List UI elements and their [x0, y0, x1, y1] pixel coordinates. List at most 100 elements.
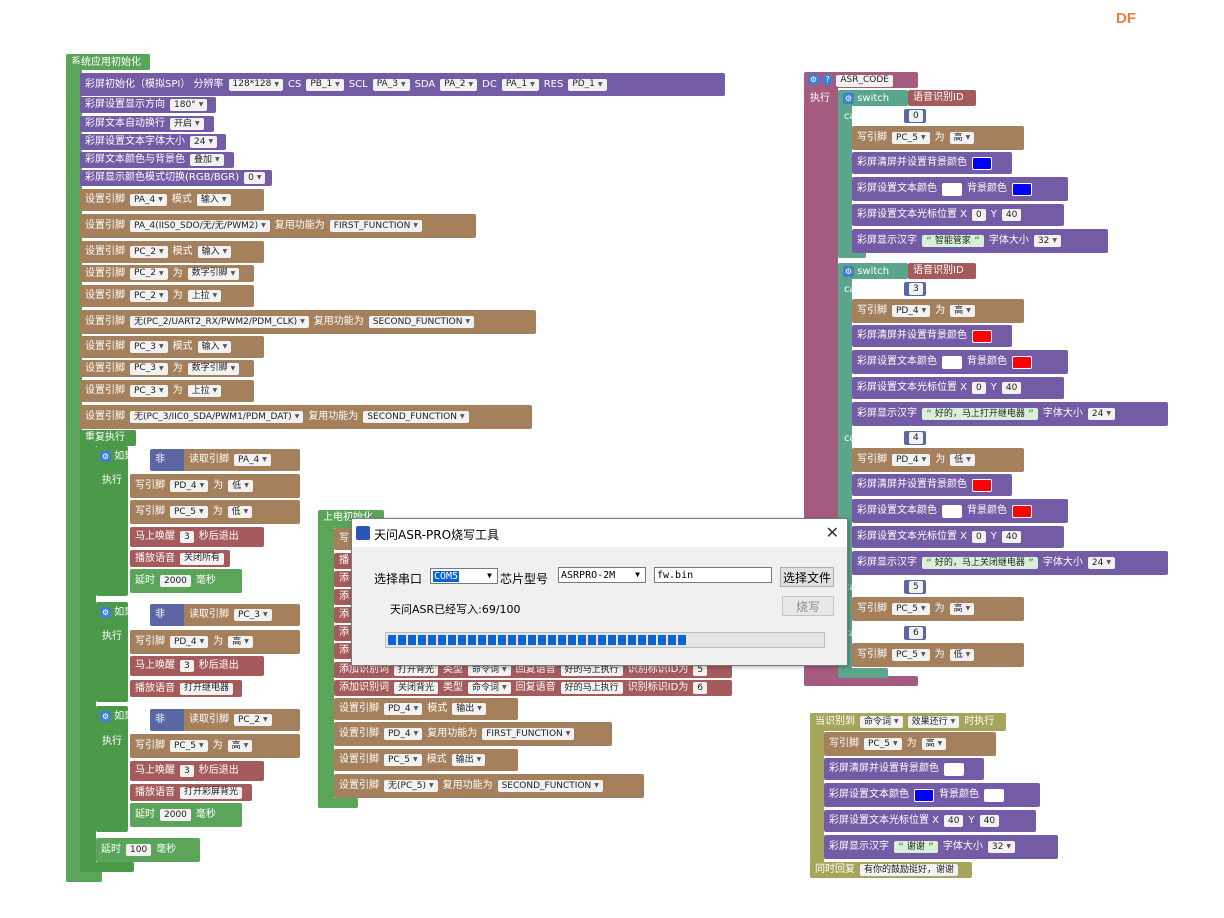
function-select[interactable]: SECOND_FUNCTION ▼ — [363, 411, 469, 423]
resolution-select[interactable]: 128*128 ▼ — [228, 78, 283, 91]
write-pin-block[interactable]: 写引脚 PC_5 ▼ 为 高 ▼ — [852, 126, 1024, 150]
cursor-block[interactable]: 彩屏设置文本光标位置 X 0 Y 40 — [852, 377, 1064, 399]
pull-select[interactable]: 上拉 ▼ — [187, 290, 222, 302]
pin-select[interactable]: PC_3 ▼ — [130, 362, 168, 375]
case-value[interactable]: 4 — [904, 431, 926, 445]
blue-swatch[interactable] — [972, 156, 992, 170]
overlay-select[interactable]: 叠加 ▼ — [190, 154, 224, 166]
delay-block[interactable]: 延时 2000 毫秒 — [130, 803, 242, 827]
level-select[interactable]: 低 ▼ — [949, 649, 975, 661]
set-pin-function-block[interactable]: 设置引脚 PD_4 ▼ 复用功能为 FIRST_FUNCTION ▼ — [334, 722, 612, 746]
pull-select[interactable]: 上拉 ▼ — [187, 385, 222, 397]
white-swatch[interactable] — [942, 182, 962, 196]
write-pin-block[interactable]: 写引脚 PC_5 ▼ 为 低 ▼ — [130, 500, 300, 524]
red-swatch[interactable] — [1012, 355, 1032, 369]
play-voice-block[interactable]: 播放语音 打开彩屏背光 — [130, 784, 252, 801]
white-swatch[interactable] — [942, 355, 962, 369]
read-pin-block[interactable]: 读取引脚 PC_3 ▼ — [184, 604, 300, 626]
cursor-block[interactable]: 彩屏设置文本光标位置 X 0 Y 40 — [852, 526, 1064, 548]
file-path-input[interactable]: fw.bin — [654, 567, 772, 583]
y-input[interactable]: 40 — [979, 815, 1000, 827]
pin-select[interactable]: PD_4 ▼ — [892, 454, 931, 466]
function-select[interactable]: FIRST_FUNCTION ▼ — [482, 728, 575, 740]
ms-input[interactable]: 100 — [126, 844, 152, 856]
blue-swatch[interactable] — [1012, 182, 1032, 196]
color-mode-select[interactable]: 0 ▼ — [244, 172, 266, 184]
play-voice-block[interactable]: 播放语音 打开继电器 — [130, 680, 242, 697]
function-select[interactable]: SECOND_FUNCTION ▼ — [497, 780, 603, 792]
set-pin-block[interactable]: 设置引脚 PC_2 ▼ 模式 输入 ▼ — [80, 241, 264, 263]
port-select[interactable]: COM5 ▼ — [430, 568, 498, 584]
pin-select[interactable]: PC_5 ▼ — [170, 506, 208, 518]
chip-select[interactable]: ASRPRO-2M ▼ — [558, 567, 646, 583]
set-pin-block[interactable]: 设置引脚 PC_5 ▼ 模式 输出 ▼ — [334, 749, 518, 771]
blue-swatch[interactable] — [914, 788, 934, 802]
set-pin-function-block[interactable]: 设置引脚 无(PC_2/UART2_RX/PWM2/PDM_CLK) ▼ 复用功能… — [80, 310, 536, 334]
pin-select[interactable]: PA_4 ▼ — [130, 194, 167, 206]
burn-button[interactable]: 烧写 — [782, 596, 834, 616]
burn-tool-dialog[interactable]: 天问ASR-PRO烧写工具 ✕ 选择串口 COM5 ▼ 芯片型号 ASRPRO-… — [351, 518, 848, 666]
pin-select[interactable]: PC_3 ▼ — [234, 609, 272, 621]
pin-select[interactable]: PA_4(IIS0_SDO/无/无/PWM2) ▼ — [130, 220, 270, 232]
case-value[interactable]: 5 — [904, 580, 926, 594]
set-pin-block[interactable]: 设置引脚 PA_4 ▼ 模式 输入 ▼ — [80, 189, 264, 211]
set-pin-digital-block[interactable]: 设置引脚 PC_3 ▼ 为 数字引脚 ▼ — [80, 360, 254, 377]
mode-select[interactable]: 输入 ▼ — [196, 194, 231, 206]
voice-select[interactable]: 打开彩屏背光 — [180, 786, 243, 799]
not-block[interactable]: 非 — [150, 449, 186, 471]
type-select[interactable]: 数字引脚 ▼ — [187, 267, 240, 280]
play-voice-block[interactable]: 播放语音 关闭所有 — [130, 550, 230, 567]
size-select[interactable]: 32 ▼ — [987, 841, 1015, 853]
pin-select[interactable]: PC_2 ▼ — [130, 246, 168, 258]
text-color-block[interactable]: 彩屏设置文本颜色 背景颜色 — [852, 499, 1068, 523]
clear-screen-block[interactable]: 彩屏清屏并设置背景颜色 — [824, 758, 984, 780]
screen-init-block[interactable]: 彩屏初始化（模拟SPI） 分辨率 128*128 ▼ CS PB_1 ▼ SCL P… — [80, 73, 725, 96]
case-value[interactable]: 6 — [904, 626, 926, 640]
reply-select[interactable]: 好的马上执行 — [560, 682, 623, 694]
level-select[interactable]: 高 ▼ — [921, 738, 947, 750]
level-select[interactable]: 低 ▼ — [227, 506, 253, 518]
show-text-block[interactable]: 彩屏显示汉字 “好的，马上打开继电器” 字体大小 24 ▼ — [852, 402, 1168, 426]
delay-block[interactable]: 延时 100 毫秒 — [96, 838, 200, 862]
pin-select[interactable]: PD_4 ▼ — [170, 480, 209, 492]
pin-select[interactable]: PC_5 ▼ — [384, 754, 422, 766]
pin-select[interactable]: PC_2 ▼ — [130, 290, 168, 302]
pin-select[interactable]: PC_5 ▼ — [892, 649, 930, 661]
voice-id-var[interactable]: 语音识别ID — [908, 90, 976, 106]
dc-pin-select[interactable]: PA_1 ▼ — [501, 78, 539, 91]
gear-icon[interactable]: ⚙ — [100, 451, 111, 462]
write-pin-block[interactable]: 写引脚 PC_5 ▼ 为 高 ▼ — [824, 732, 996, 756]
white-swatch[interactable] — [942, 504, 962, 518]
set-pin-block[interactable]: 设置引脚 PD_4 ▼ 模式 输出 ▼ — [334, 698, 518, 720]
delay-block[interactable]: 延时 2000 毫秒 — [130, 569, 242, 593]
mode-select[interactable]: 输入 ▼ — [197, 246, 232, 258]
size-select[interactable]: 24 ▼ — [1087, 557, 1115, 569]
id-input[interactable]: 6 — [693, 682, 708, 694]
mode-select[interactable]: 输入 ▼ — [197, 341, 232, 353]
read-pin-block[interactable]: 读取引脚 PA_4 ▼ — [184, 449, 300, 471]
write-pin-block[interactable]: 写引脚 PD_4 ▼ 为 低 ▼ — [852, 448, 1024, 472]
set-pin-function-block[interactable]: 设置引脚 无(PC_5) ▼ 复用功能为 SECOND_FUNCTION ▼ — [334, 774, 644, 798]
ms-input[interactable]: 2000 — [160, 575, 191, 587]
text-input[interactable]: “谢谢” — [894, 841, 938, 853]
size-select[interactable]: 32 ▼ — [1033, 235, 1061, 247]
close-icon[interactable]: ✕ — [826, 523, 839, 542]
level-select[interactable]: 高 ▼ — [949, 132, 975, 144]
res-pin-select[interactable]: PD_1 ▼ — [568, 78, 607, 91]
function-name-input[interactable]: ASR_CODE — [836, 74, 893, 87]
pin-select[interactable]: PD_4 ▼ — [170, 636, 209, 648]
level-select[interactable]: 高 ▼ — [227, 740, 253, 752]
scl-pin-select[interactable]: PA_3 ▼ — [372, 78, 410, 91]
pin-select[interactable]: PC_2 ▼ — [234, 714, 272, 726]
set-pin-pullup-block[interactable]: 设置引脚 PC_2 ▼ 为 上拉 ▼ — [80, 285, 254, 307]
show-text-block[interactable]: 彩屏显示汉字 “谢谢” 字体大小 32 ▼ — [824, 835, 1058, 859]
x-input[interactable]: 0 — [972, 209, 986, 221]
text-color-block[interactable]: 彩屏设置文本颜色 背景颜色 — [852, 177, 1068, 201]
gear-icon[interactable]: ⚙ — [100, 711, 111, 722]
set-pin-function-block[interactable]: 设置引脚 无(PC_3/IIC0_SDA/PWM1/PDM_DAT) ▼ 复用功能… — [80, 405, 532, 429]
cursor-block[interactable]: 彩屏设置文本光标位置 X 40 Y 40 — [824, 810, 1036, 832]
add-word-block[interactable]: 添加识别词 关闭背光 类型 命令词 ▼ 回复语音 好的马上执行 识别标识ID为 6 — [334, 680, 732, 696]
wake-block[interactable]: 马上唤醒 3 秒后退出 — [130, 527, 264, 547]
voice-id-var[interactable]: 语音识别ID — [908, 263, 976, 279]
mode-select[interactable]: 输出 ▼ — [451, 754, 486, 766]
